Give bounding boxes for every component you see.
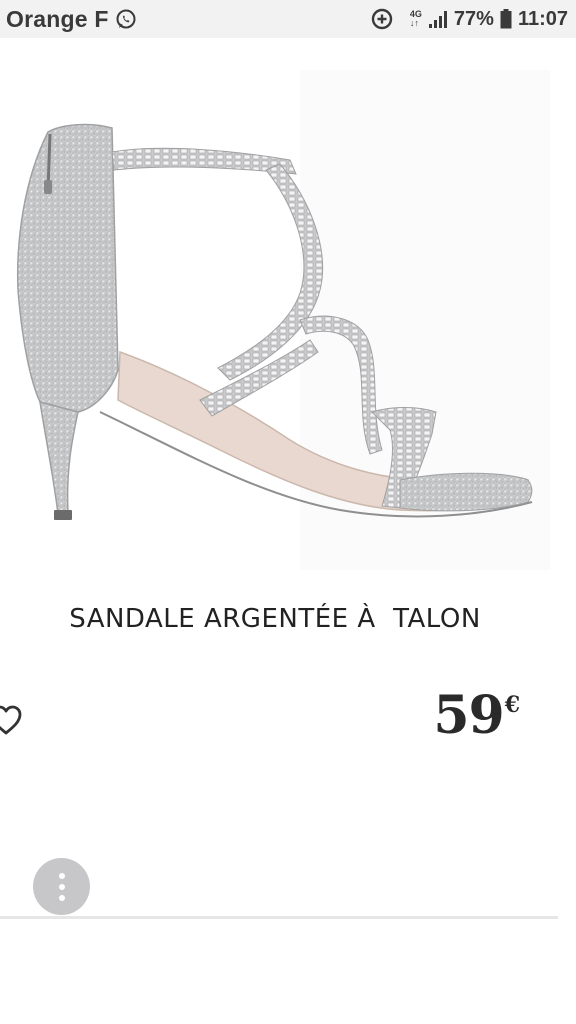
section-divider xyxy=(0,916,558,919)
network-activity-arrows: ↓↑ xyxy=(409,18,419,28)
clock-time: 11:07 xyxy=(517,7,568,30)
more-vertical-icon-dot-3 xyxy=(58,894,65,901)
whatsapp-icon xyxy=(115,8,137,30)
status-bar: Orange F 4G ↓↑ 77% 11:07 xyxy=(0,0,576,38)
data-saver-icon xyxy=(370,7,394,31)
signal-icon xyxy=(428,9,448,29)
heart-outline-icon xyxy=(0,705,22,735)
price-currency: € xyxy=(504,692,520,718)
product-image xyxy=(0,40,576,580)
battery-percent: 77% xyxy=(453,7,494,30)
status-left: Orange F xyxy=(6,6,137,33)
more-vertical-icon-dot-2 xyxy=(58,883,65,890)
product-price: 59 € xyxy=(433,690,520,742)
battery-icon xyxy=(500,9,512,29)
status-right: 4G ↓↑ 77% 11:07 xyxy=(370,7,568,31)
silver-sandal-image xyxy=(16,70,550,570)
carrier-name: Orange F xyxy=(6,5,109,32)
product-title: SANDALE ARGENTÉE À TALON xyxy=(69,604,481,634)
network-type: 4G ↓↑ xyxy=(410,10,422,28)
wishlist-button[interactable] xyxy=(0,700,26,740)
more-options-button[interactable] xyxy=(33,858,90,915)
price-amount: 59 xyxy=(433,685,504,746)
product-page: Orange F 4G ↓↑ 77% 11:07 SANDALE ARGENTÉ… xyxy=(0,0,576,1024)
more-vertical-icon-dot-1 xyxy=(58,872,65,879)
